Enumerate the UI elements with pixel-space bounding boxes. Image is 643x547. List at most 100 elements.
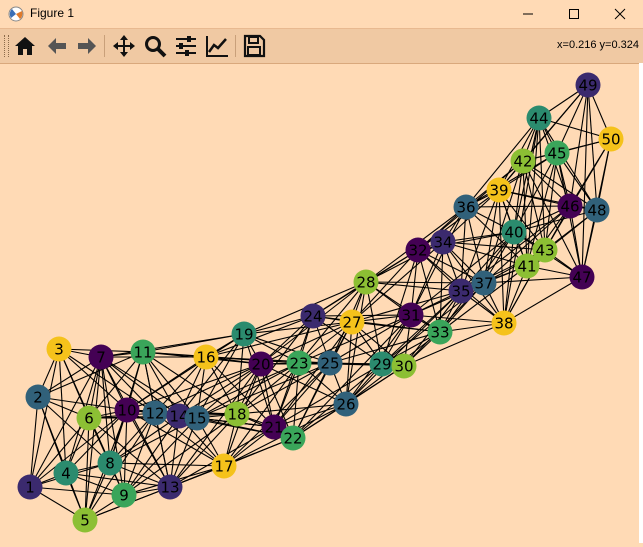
graph-node-42: 42 — [510, 148, 536, 174]
arrow-right-icon — [78, 38, 96, 54]
graph-node-20: 20 — [248, 351, 274, 377]
graph-node-29: 29 — [369, 351, 395, 377]
navigation-toolbar: x=0.216 y=0.324 — [0, 28, 643, 64]
graph-node-26: 26 — [333, 391, 359, 417]
node-label: 34 — [433, 234, 452, 252]
toolbar-separator — [104, 35, 105, 57]
graph-node-37: 37 — [471, 270, 497, 296]
graph-edge — [29, 486, 125, 496]
node-label: 24 — [303, 308, 322, 326]
close-icon — [614, 8, 626, 20]
network-graph[interactable]: 1234567891011121314151617181920212223242… — [0, 63, 643, 543]
node-label: 45 — [547, 145, 566, 163]
toolbar-separator — [235, 35, 236, 57]
node-label: 32 — [408, 242, 427, 260]
graph-node-27: 27 — [339, 309, 365, 335]
graph-node-46: 46 — [557, 193, 583, 219]
node-label: 1 — [25, 479, 35, 497]
node-label: 35 — [451, 283, 470, 301]
pan-button[interactable] — [110, 32, 138, 60]
node-label: 22 — [283, 430, 302, 448]
node-label: 6 — [84, 410, 94, 428]
graph-node-38: 38 — [491, 310, 517, 336]
node-label: 11 — [133, 344, 152, 362]
node-label: 36 — [456, 199, 475, 217]
edit-axis-button[interactable] — [203, 32, 231, 60]
graph-node-45: 45 — [544, 140, 570, 166]
graph-node-30: 30 — [391, 353, 417, 379]
graph-node-2: 2 — [25, 384, 51, 410]
sliders-icon — [176, 36, 196, 56]
node-label: 13 — [160, 479, 179, 497]
minimize-button[interactable] — [505, 0, 551, 28]
graph-node-6: 6 — [76, 405, 102, 431]
node-label: 15 — [187, 410, 206, 428]
toolbar-grip[interactable] — [4, 35, 9, 57]
graph-node-11: 11 — [130, 339, 156, 365]
node-label: 16 — [196, 349, 215, 367]
graph-node-24: 24 — [300, 303, 326, 329]
node-label: 12 — [145, 405, 164, 423]
back-button[interactable] — [43, 32, 71, 60]
node-label: 42 — [513, 153, 532, 171]
node-label: 21 — [264, 419, 283, 437]
node-label: 28 — [356, 274, 375, 292]
graph-node-15: 15 — [184, 405, 210, 431]
node-label: 17 — [214, 458, 233, 476]
zoom-button[interactable] — [141, 32, 169, 60]
node-label: 18 — [227, 406, 246, 424]
node-label: 43 — [535, 242, 554, 260]
graph-node-13: 13 — [157, 474, 183, 500]
node-label: 27 — [342, 314, 361, 332]
magnifier-icon — [145, 36, 167, 58]
graph-node-47: 47 — [569, 264, 595, 290]
graph-node-39: 39 — [486, 177, 512, 203]
graph-node-32: 32 — [405, 237, 431, 263]
floppy-disk-icon — [243, 34, 266, 58]
node-label: 29 — [372, 356, 391, 374]
graph-node-1: 1 — [17, 474, 43, 500]
maximize-icon — [569, 9, 579, 19]
node-label: 41 — [517, 258, 536, 276]
node-label: 23 — [289, 355, 308, 373]
graph-node-44: 44 — [526, 105, 552, 131]
node-label: 9 — [119, 487, 129, 505]
home-button[interactable] — [11, 32, 39, 60]
save-button[interactable] — [240, 32, 268, 60]
node-label: 50 — [601, 131, 620, 149]
node-label: 4 — [61, 465, 71, 483]
minimize-icon — [523, 13, 533, 15]
node-label: 46 — [560, 198, 579, 216]
maximize-button[interactable] — [551, 0, 597, 28]
close-button[interactable] — [597, 0, 643, 28]
arrow-left-icon — [48, 38, 66, 54]
graph-edge — [503, 276, 583, 324]
node-label: 40 — [504, 224, 523, 242]
node-label: 37 — [474, 275, 493, 293]
graph-node-34: 34 — [430, 229, 456, 255]
matplotlib-icon — [8, 6, 24, 22]
node-label: 33 — [430, 324, 449, 342]
graph-node-36: 36 — [453, 194, 479, 220]
title-bar: Figure 1 — [0, 0, 643, 28]
move-icon — [113, 35, 135, 57]
graph-node-19: 19 — [231, 321, 257, 347]
line-chart-icon — [206, 36, 228, 57]
node-label: 2 — [33, 389, 43, 407]
graph-node-4: 4 — [53, 460, 79, 486]
node-label: 20 — [251, 356, 270, 374]
node-label: 48 — [587, 202, 606, 220]
node-label: 30 — [394, 358, 413, 376]
node-label: 3 — [54, 341, 64, 359]
graph-node-22: 22 — [280, 425, 306, 451]
graph-node-3: 3 — [46, 336, 72, 362]
node-label: 38 — [494, 315, 513, 333]
figure-canvas[interactable]: 1 2 3 4 5 6 7 8 9 10 11 12 13 14 15 16 17 18 19 20 21 22 23 24 2… — [0, 63, 643, 543]
graph-node-40: 40 — [501, 219, 527, 245]
configure-subplots-button[interactable] — [172, 32, 200, 60]
home-icon — [15, 37, 35, 55]
forward-button[interactable] — [73, 32, 101, 60]
graph-node-9: 9 — [111, 482, 137, 508]
node-label: 8 — [105, 455, 115, 473]
node-label: 25 — [320, 355, 339, 373]
